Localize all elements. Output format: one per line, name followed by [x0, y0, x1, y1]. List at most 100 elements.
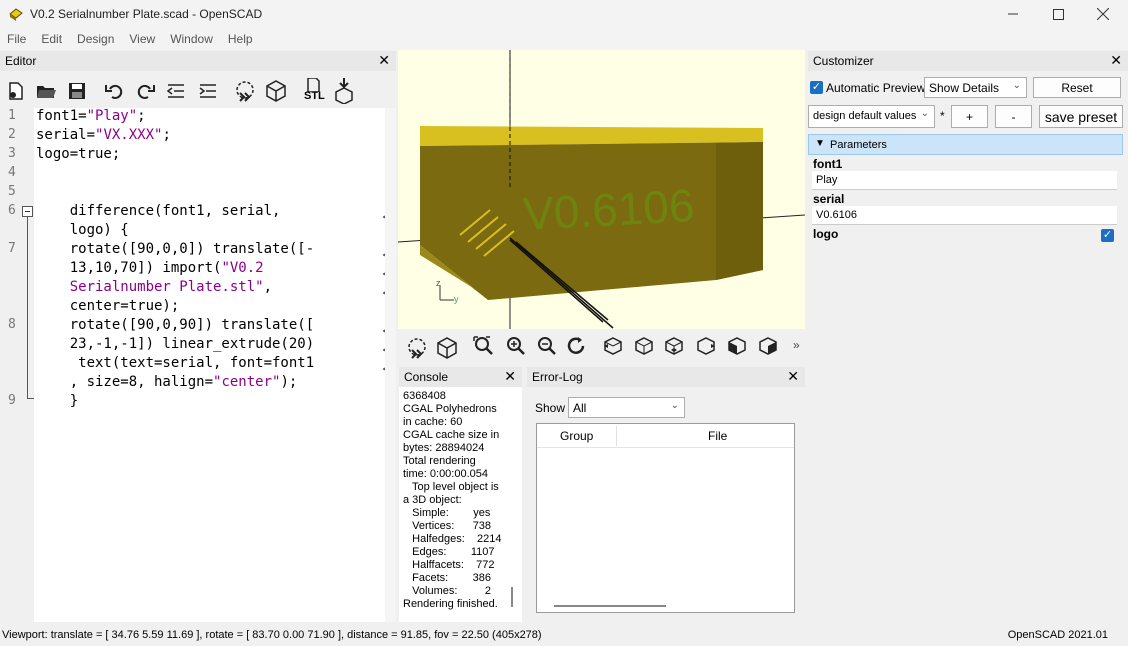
- view-back-icon[interactable]: [757, 335, 779, 357]
- line-number: 4: [8, 165, 16, 180]
- code-line: Serialnumber Plate.stl",: [69, 279, 273, 295]
- reset-view-icon[interactable]: [566, 335, 588, 357]
- errorlog-table-header: Group File: [537, 424, 794, 448]
- remove-preset-button[interactable]: -: [995, 105, 1032, 128]
- preview-icon[interactable]: [233, 79, 257, 103]
- console-line: CGAL Polyhedrons: [403, 403, 497, 415]
- column-header-group[interactable]: Group: [560, 429, 593, 443]
- view-front-icon[interactable]: [726, 335, 748, 357]
- render-icon[interactable]: [264, 79, 288, 103]
- column-header-file[interactable]: File: [708, 429, 727, 443]
- reset-button[interactable]: Reset: [1033, 77, 1121, 98]
- fold-toggle-icon[interactable]: [22, 206, 33, 217]
- console-line: Top level object is: [403, 481, 499, 493]
- undo-icon[interactable]: [104, 80, 126, 102]
- code-line: 13,10,70]) import("V0.2: [36, 260, 264, 276]
- menu-help[interactable]: Help: [221, 28, 261, 50]
- code-line: logo) {: [36, 222, 129, 238]
- param-checkbox-logo[interactable]: ✓: [1101, 229, 1114, 242]
- zoom-out-icon[interactable]: [535, 335, 557, 357]
- view-left-icon[interactable]: [695, 335, 717, 357]
- code-line: , size=8, halign="center");: [36, 374, 298, 390]
- details-select[interactable]: Show Details ⌄: [924, 77, 1027, 98]
- new-file-icon[interactable]: [5, 80, 27, 102]
- send-to-print-icon[interactable]: [333, 78, 355, 104]
- open-file-icon[interactable]: [35, 80, 57, 102]
- preset-select[interactable]: design default values ⌄: [808, 105, 935, 128]
- stl-label: STL: [304, 90, 325, 102]
- unindent-icon[interactable]: [165, 80, 187, 102]
- view-bottom-icon[interactable]: [663, 335, 685, 357]
- indent-icon[interactable]: [197, 80, 219, 102]
- errorlog-table[interactable]: Group File: [536, 423, 795, 613]
- customizer-close-icon[interactable]: ✕: [1110, 52, 1122, 69]
- automatic-preview-checkbox[interactable]: ✓: [810, 81, 823, 94]
- menu-view[interactable]: View: [122, 28, 163, 50]
- editor-close-icon[interactable]: ✕: [378, 52, 390, 69]
- console-line: Rendering finished.: [403, 598, 498, 610]
- console-line: time: 0:00:00.054: [403, 468, 489, 480]
- zoom-in-icon[interactable]: [504, 335, 526, 357]
- viewport-toolbar: »: [398, 329, 805, 367]
- line-number: 3: [8, 146, 16, 161]
- console-scrollbar[interactable]: [511, 587, 513, 607]
- parameters-group-header[interactable]: ▼ Parameters: [808, 134, 1123, 155]
- line-number: 9: [8, 393, 16, 408]
- viewport-canvas: V0.6106 z y: [397, 50, 806, 329]
- more-tools-icon[interactable]: »: [793, 338, 800, 352]
- errorlog-hscrollbar[interactable]: [554, 605, 666, 607]
- 3d-viewport[interactable]: V0.6106 z y: [397, 50, 806, 329]
- maximize-icon[interactable]: [1035, 0, 1081, 28]
- redo-icon[interactable]: [134, 80, 156, 102]
- viewport-status: Viewport: translate = [ 34.76 5.59 11.69…: [2, 629, 542, 641]
- save-preset-button[interactable]: save preset: [1039, 105, 1123, 128]
- automatic-preview-label: Automatic Preview: [826, 81, 926, 95]
- console-output: 6368408 CGAL Polyhedrons in cache: 60 CG…: [399, 387, 522, 622]
- view-all-icon[interactable]: [472, 335, 494, 357]
- line-number: 5: [8, 184, 16, 199]
- code-line: text(text=serial, font=font1: [36, 355, 315, 371]
- console-title: Console: [404, 370, 449, 384]
- console-line: Volumes: 2: [403, 585, 492, 597]
- console-close-icon[interactable]: ✕: [504, 368, 516, 385]
- code-line: serial="VX.XXX";: [36, 127, 171, 143]
- menu-file[interactable]: File: [0, 28, 34, 50]
- line-number: 7: [8, 241, 16, 256]
- axis-label-z: z: [436, 278, 441, 288]
- editor-header: Editor ✕: [0, 51, 396, 71]
- console-line: Total rendering: [403, 455, 476, 467]
- customizer-header: Customizer ✕: [808, 51, 1128, 71]
- minimize-icon[interactable]: [990, 0, 1036, 28]
- menu-edit[interactable]: Edit: [34, 28, 70, 50]
- editor-toolbar: STL: [0, 72, 396, 108]
- export-stl-icon[interactable]: STL: [302, 78, 326, 104]
- editor-scrollbar[interactable]: [385, 108, 396, 622]
- show-filter-value: All: [573, 401, 587, 415]
- menu-design[interactable]: Design: [70, 28, 122, 50]
- preset-value: design default values: [813, 110, 917, 122]
- add-preset-button[interactable]: +: [951, 105, 988, 128]
- console-line: Facets: 386: [403, 572, 492, 584]
- preview-icon[interactable]: [405, 335, 429, 361]
- code-editor[interactable]: 1 2 3 4 5 6 7 8 9 font1="Play"; serial="…: [0, 108, 396, 622]
- menu-window[interactable]: Window: [163, 28, 221, 50]
- console-line: bytes: 28894024: [403, 442, 485, 454]
- editor-title: Editor: [5, 54, 37, 68]
- view-right-icon[interactable]: [602, 335, 624, 357]
- param-input-font1[interactable]: Play: [812, 171, 1117, 190]
- console-line: Halfedges: 2214: [403, 533, 502, 545]
- status-bar: Viewport: translate = [ 34.76 5.59 11.69…: [0, 626, 1128, 646]
- show-filter-select[interactable]: All ⌄: [568, 397, 685, 418]
- close-icon[interactable]: [1080, 0, 1126, 28]
- code-line: font1="Play";: [36, 108, 146, 124]
- view-top-icon[interactable]: [633, 335, 655, 357]
- parameters-label: Parameters: [830, 139, 887, 151]
- title-bar: V0.2 Serialnumber Plate.scad - OpenSCAD: [0, 0, 1128, 28]
- version-label: OpenSCAD 2021.01: [1007, 629, 1108, 641]
- save-icon[interactable]: [66, 80, 88, 102]
- param-input-serial[interactable]: V0.6106: [812, 206, 1117, 225]
- errorlog-close-icon[interactable]: ✕: [787, 368, 799, 385]
- render-icon[interactable]: [435, 335, 459, 361]
- param-label-font1: font1: [813, 157, 843, 171]
- openscad-app-icon: [9, 8, 23, 21]
